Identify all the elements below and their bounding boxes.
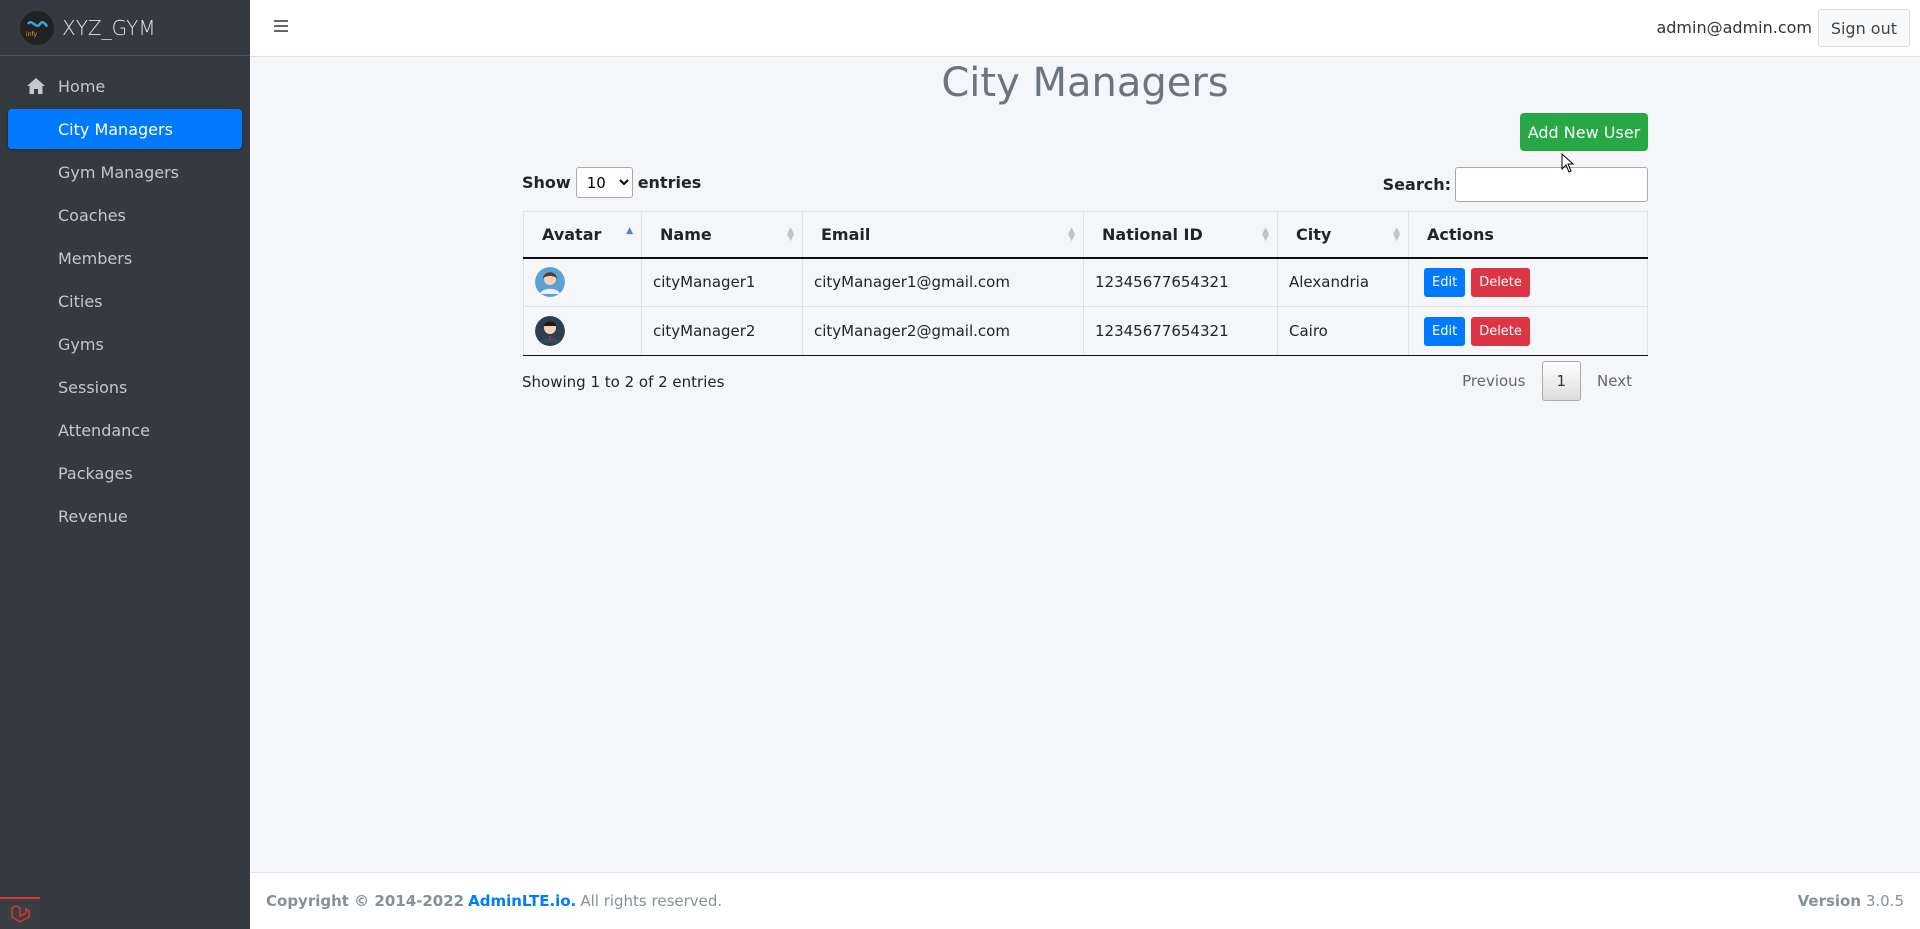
search-label: Search: — [1382, 175, 1451, 194]
sidebar-item-sessions[interactable]: Sessions — [8, 367, 242, 407]
city-managers-table: Avatar ▲ Name ▲ ▼ Email ▲ ▼ National ID ▲ ▼ Cit… — [523, 211, 1648, 356]
city-cell: Cairo — [1277, 306, 1409, 356]
mouse-cursor-icon — [1561, 153, 1575, 173]
actions-cell: Edit Delete — [1408, 257, 1648, 307]
sidebar-item-label: Home — [58, 76, 106, 96]
table-info: Showing 1 to 2 of 2 entries — [522, 373, 725, 391]
sidebar-item-label: City Managers — [58, 119, 173, 139]
sidebar-item-label: Members — [58, 248, 133, 268]
version-number: 3.0.5 — [1865, 892, 1904, 910]
sort-icon: ▲ ▼ — [1068, 226, 1075, 243]
avatar — [535, 267, 565, 298]
name-cell: cityManager1 — [641, 257, 803, 307]
adminlte-link[interactable]: AdminLTE.io. — [468, 892, 576, 910]
city-cell: Alexandria — [1277, 257, 1409, 307]
column-header-actions: Actions — [1408, 211, 1648, 259]
table-row: cityManager2 cityManager2@gmail.com 1234… — [523, 306, 1648, 356]
actions-cell: Edit Delete — [1408, 306, 1648, 356]
sidebar-item-coaches[interactable]: Coaches — [8, 195, 242, 235]
entries-label: entries — [637, 173, 702, 192]
sidebar-item-label: Gym Managers — [58, 162, 180, 182]
edit-button[interactable]: Edit — [1424, 267, 1466, 297]
copyright-text: Copyright © 2014-2022 — [266, 892, 465, 910]
search-control: Search: — [1383, 167, 1648, 202]
column-header-label: Name — [660, 224, 712, 244]
sort-icon: ▲ ▼ — [1262, 226, 1269, 243]
laravel-icon[interactable] — [0, 897, 40, 929]
brand-logo: infy — [20, 10, 54, 45]
national-id-cell: 12345677654321 — [1083, 257, 1278, 307]
sidebar-nav: Home City Managers Gym Managers Coaches … — [0, 56, 250, 549]
sidebar-item-label: Coaches — [58, 205, 126, 225]
sort-icon: ▲ ▼ — [787, 226, 794, 243]
rights-text: All rights reserved. — [580, 892, 723, 910]
next-page-button[interactable]: Next — [1581, 361, 1648, 401]
sidebar-item-city-managers[interactable]: City Managers — [8, 109, 242, 149]
sidebar-item-home[interactable]: Home — [8, 66, 242, 106]
sort-icon: ▲ ▼ — [1393, 226, 1400, 243]
hamburger-icon[interactable] — [274, 19, 288, 33]
avatar — [535, 316, 565, 346]
column-header-email[interactable]: Email ▲ ▼ — [802, 211, 1084, 259]
search-input[interactable] — [1455, 167, 1648, 202]
pagination: Previous 1 Next — [1446, 361, 1648, 401]
sidebar-item-gym-managers[interactable]: Gym Managers — [8, 152, 242, 192]
sidebar-item-gyms[interactable]: Gyms — [8, 324, 242, 364]
column-header-label: National ID — [1102, 224, 1203, 244]
column-header-label: Avatar — [542, 224, 602, 244]
email-cell: cityManager2@gmail.com — [802, 306, 1084, 356]
page-button-current[interactable]: 1 — [1541, 361, 1582, 401]
email-cell: cityManager1@gmail.com — [802, 257, 1084, 307]
column-header-name[interactable]: Name ▲ ▼ — [641, 211, 803, 259]
version-label: Version — [1797, 892, 1862, 910]
sidebar-item-label: Gyms — [58, 334, 104, 354]
svg-text:infy: infy — [26, 31, 37, 38]
sidebar-item-label: Packages — [58, 463, 133, 483]
previous-page-button[interactable]: Previous — [1446, 361, 1541, 401]
add-new-user-button[interactable]: Add New User — [1520, 113, 1648, 151]
sidebar-item-attendance[interactable]: Attendance — [8, 410, 242, 450]
brand-name: XYZ_GYM — [62, 15, 156, 40]
delete-button[interactable]: Delete — [1471, 316, 1530, 346]
show-label: Show — [522, 173, 571, 192]
sidebar-item-label: Revenue — [58, 506, 128, 526]
column-header-label: City — [1296, 224, 1332, 244]
column-header-city[interactable]: City ▲ ▼ — [1277, 211, 1409, 259]
national-id-cell: 12345677654321 — [1083, 306, 1278, 356]
sidebar-item-packages[interactable]: Packages — [8, 453, 242, 493]
column-header-label: Email — [821, 224, 871, 244]
avatar-cell — [523, 306, 642, 356]
sign-out-button[interactable]: Sign out — [1817, 9, 1910, 47]
avatar-cell — [523, 257, 642, 307]
table-row: cityManager1 cityManager1@gmail.com 1234… — [523, 257, 1648, 307]
entries-length-control: Show 10 entries — [522, 167, 701, 198]
footer: Copyright © 2014-2022 AdminLTE.io. All r… — [250, 872, 1920, 929]
top-navbar: admin@admin.com Sign out — [250, 0, 1920, 57]
sidebar-item-revenue[interactable]: Revenue — [8, 496, 242, 536]
version-info: Version 3.0.5 — [1798, 892, 1904, 910]
edit-button[interactable]: Edit — [1424, 316, 1466, 346]
home-icon — [27, 78, 45, 94]
table-header-row: Avatar ▲ Name ▲ ▼ Email ▲ ▼ National ID ▲ ▼ Cit… — [523, 211, 1648, 259]
sidebar: infy XYZ_GYM Home City Managers Gym Mana… — [0, 0, 250, 929]
sort-icon: ▲ — [626, 226, 633, 236]
sidebar-item-cities[interactable]: Cities — [8, 281, 242, 321]
sidebar-item-label: Attendance — [58, 420, 150, 440]
delete-button[interactable]: Delete — [1471, 267, 1530, 297]
sidebar-item-members[interactable]: Members — [8, 238, 242, 278]
user-email: admin@admin.com — [1656, 18, 1812, 37]
brand-link[interactable]: infy XYZ_GYM — [0, 0, 250, 56]
column-header-national-id[interactable]: National ID ▲ ▼ — [1083, 211, 1278, 259]
sidebar-item-label: Cities — [58, 291, 103, 311]
entries-select[interactable]: 10 — [575, 167, 633, 198]
name-cell: cityManager2 — [641, 306, 803, 356]
page-title: City Managers — [941, 60, 1229, 106]
column-header-avatar[interactable]: Avatar ▲ — [523, 211, 642, 259]
column-header-label: Actions — [1427, 224, 1494, 244]
sidebar-item-label: Sessions — [58, 377, 128, 397]
